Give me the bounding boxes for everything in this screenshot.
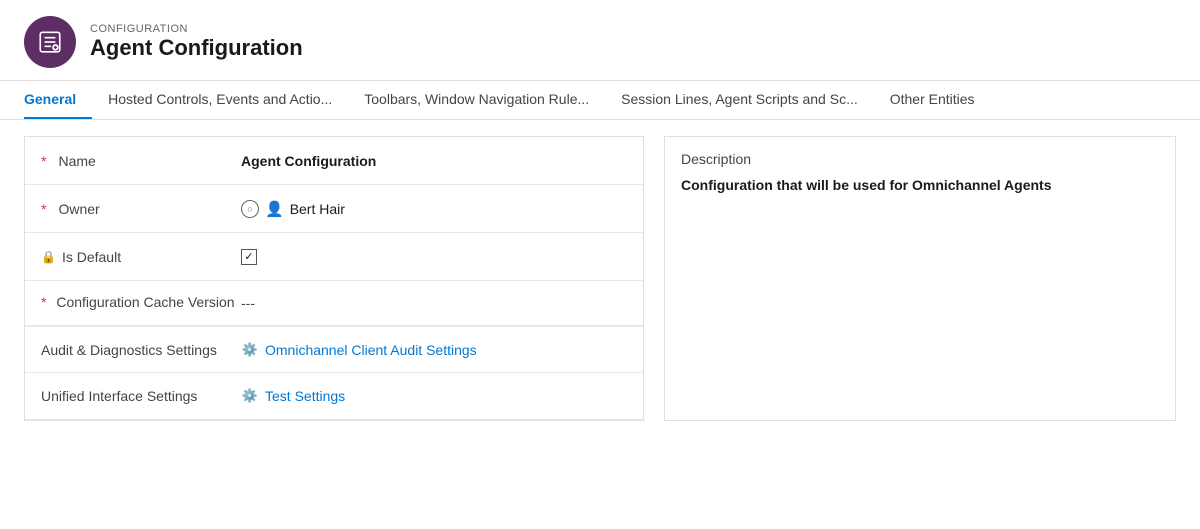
checkbox-is-default[interactable]: ✓ xyxy=(241,249,257,265)
label-audit: Audit & Diagnostics Settings xyxy=(41,339,241,361)
tabs-nav: General Hosted Controls, Events and Acti… xyxy=(0,81,1200,120)
header: CONFIGURATION Agent Configuration xyxy=(0,0,1200,81)
tab-other-entities[interactable]: Other Entities xyxy=(874,81,991,119)
page-subtitle: CONFIGURATION xyxy=(90,23,303,35)
tab-hosted-controls[interactable]: Hosted Controls, Events and Actio... xyxy=(92,81,348,119)
value-config-cache: --- xyxy=(241,293,627,311)
tab-general[interactable]: General xyxy=(24,81,92,119)
label-config-cache: * Configuration Cache Version xyxy=(41,293,241,313)
form-row-unified: Unified Interface Settings ⚙️ Test Setti… xyxy=(25,373,643,420)
form-row-config-cache: * Configuration Cache Version --- xyxy=(25,281,643,326)
value-owner[interactable]: ○ 👤 Bert Hair xyxy=(241,200,627,218)
form-row-owner: * Owner ○ 👤 Bert Hair xyxy=(25,185,643,233)
unified-link-icon: ⚙️ xyxy=(241,387,259,405)
description-section: Description Configuration that will be u… xyxy=(664,136,1176,421)
required-star-name: * xyxy=(41,153,46,169)
owner-name: Bert Hair xyxy=(290,201,345,217)
form-row-name: * Name Agent Configuration xyxy=(25,137,643,185)
form-row-is-default: 🔒 Is Default ✓ xyxy=(25,233,643,281)
value-name: Agent Configuration xyxy=(241,153,627,169)
audit-link[interactable]: ⚙️ Omnichannel Client Audit Settings xyxy=(241,341,627,359)
value-is-default[interactable]: ✓ xyxy=(241,249,627,265)
lock-icon: 🔒 xyxy=(41,250,56,264)
description-text: Configuration that will be used for Omni… xyxy=(681,177,1159,193)
content-area: * Name Agent Configuration * Owner ○ 👤 B… xyxy=(0,120,1200,437)
header-icon xyxy=(24,16,76,68)
required-star-config-cache: * xyxy=(41,294,46,310)
value-unified[interactable]: ⚙️ Test Settings xyxy=(241,385,627,405)
form-section: * Name Agent Configuration * Owner ○ 👤 B… xyxy=(24,136,644,421)
tab-toolbars[interactable]: Toolbars, Window Navigation Rule... xyxy=(348,81,605,119)
description-title: Description xyxy=(681,151,1159,167)
label-name: * Name xyxy=(41,153,241,169)
form-row-audit: Audit & Diagnostics Settings ⚙️ Omnichan… xyxy=(25,326,643,374)
label-is-default: 🔒 Is Default xyxy=(41,249,241,265)
owner-circle-icon: ○ xyxy=(241,200,259,218)
page-title: Agent Configuration xyxy=(90,35,303,61)
tab-session-lines[interactable]: Session Lines, Agent Scripts and Sc... xyxy=(605,81,874,119)
unified-link[interactable]: ⚙️ Test Settings xyxy=(241,387,627,405)
label-owner: * Owner xyxy=(41,201,241,217)
user-person-icon: 👤 xyxy=(265,200,284,218)
required-star-owner: * xyxy=(41,201,46,217)
audit-link-icon: ⚙️ xyxy=(241,341,259,359)
label-unified: Unified Interface Settings xyxy=(41,385,241,407)
value-audit[interactable]: ⚙️ Omnichannel Client Audit Settings xyxy=(241,339,627,359)
